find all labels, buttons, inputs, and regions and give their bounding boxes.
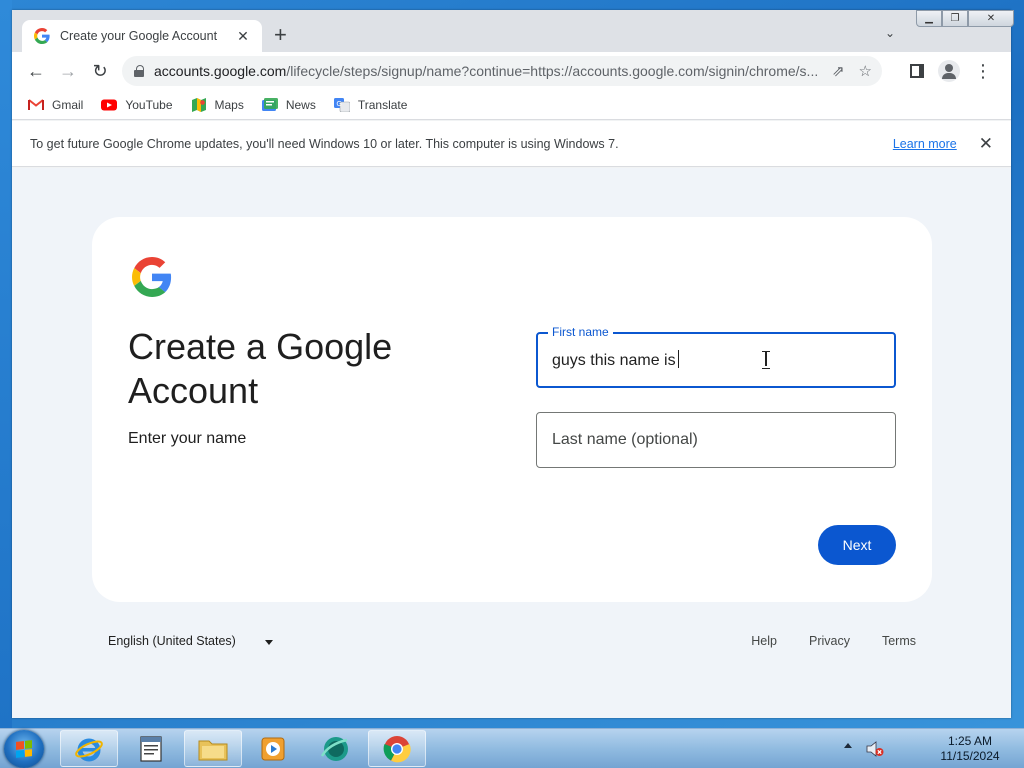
taskbar-chrome[interactable]	[368, 730, 426, 767]
infobar-close-icon[interactable]: ✕	[979, 134, 993, 154]
taskbar-notepad[interactable]	[122, 730, 180, 767]
bookmark-label: Gmail	[52, 97, 84, 112]
notepad-icon	[140, 735, 162, 762]
lock-icon[interactable]	[134, 65, 144, 77]
windows-taskbar: 1:25 AM 11/15/2024	[0, 728, 1024, 768]
last-name-field[interactable]: Last name (optional)	[536, 412, 896, 468]
infobar-message: To get future Google Chrome updates, you…	[30, 136, 619, 151]
url-host: accounts.google.com	[154, 63, 287, 79]
first-name-label: First name	[548, 325, 613, 339]
tab-strip: Create your Google Account ✕ + ⌄ ▁ ❐ ✕	[12, 10, 1014, 52]
taskbar-media-player[interactable]	[244, 730, 302, 767]
reload-icon[interactable]: ↻	[84, 61, 116, 82]
minimize-icon[interactable]: ▁	[916, 10, 942, 27]
gmail-icon	[28, 98, 44, 110]
address-bar[interactable]: accounts.google.com/lifecycle/steps/sign…	[122, 56, 882, 86]
language-dropdown-icon[interactable]	[265, 640, 273, 645]
tab-search-chevron-icon[interactable]: ⌄	[885, 26, 895, 40]
profile-avatar-icon[interactable]	[938, 60, 960, 82]
page-title: Create a Google Account	[128, 326, 393, 411]
clock-date: 11/15/2024	[940, 749, 1000, 763]
learn-more-link[interactable]: Learn more	[893, 137, 957, 151]
bookmark-news[interactable]: News	[261, 97, 316, 112]
page-footer: English (United States) Help Privacy Ter…	[108, 634, 916, 654]
ibeam-cursor-icon	[762, 351, 770, 369]
tab-create-account[interactable]: Create your Google Account ✕	[22, 20, 262, 52]
restore-icon[interactable]: ❐	[942, 10, 968, 27]
tab-close-icon[interactable]: ✕	[234, 28, 252, 45]
media-player-icon	[261, 737, 285, 760]
windows-flag-icon	[16, 740, 32, 758]
share-icon[interactable]: ⇗	[832, 62, 845, 80]
bookmark-label: Maps	[214, 97, 244, 112]
toolbar-right-group: ⋮	[910, 60, 992, 82]
google-logo-icon	[132, 257, 172, 297]
bookmark-youtube[interactable]: YouTube	[101, 97, 173, 112]
first-name-text: guys this name is	[552, 352, 676, 369]
help-link[interactable]: Help	[751, 634, 777, 648]
bookmark-maps[interactable]: Maps	[191, 97, 244, 112]
system-clock[interactable]: 1:25 AM 11/15/2024	[930, 734, 1010, 764]
next-button[interactable]: Next	[818, 525, 896, 565]
update-infobar: To get future Google Chrome updates, you…	[12, 121, 1011, 167]
speaker-muted-icon[interactable]	[866, 741, 884, 757]
bookmark-gmail[interactable]: Gmail	[28, 98, 83, 112]
taskbar-globe-app[interactable]	[306, 730, 364, 767]
page-content: Create a Google Account Enter your name …	[12, 168, 1011, 718]
svg-text:G: G	[336, 100, 341, 108]
bookmark-star-icon[interactable]: ☆	[859, 62, 872, 80]
page-subtitle: Enter your name	[128, 430, 247, 447]
url-text[interactable]: accounts.google.com/lifecycle/steps/sign…	[154, 63, 818, 79]
signup-card: Create a Google Account Enter your name …	[92, 217, 932, 602]
bookmark-label: Translate	[357, 97, 408, 112]
last-name-placeholder: Last name (optional)	[552, 431, 698, 448]
taskbar-file-explorer[interactable]	[184, 730, 242, 767]
first-name-value[interactable]: guys this name is	[552, 350, 679, 370]
tab-title: Create your Google Account	[60, 29, 218, 43]
privacy-link[interactable]: Privacy	[809, 634, 850, 648]
internet-explorer-icon	[75, 738, 103, 761]
back-arrow-icon[interactable]: ←	[20, 61, 52, 82]
file-explorer-icon	[198, 740, 228, 760]
start-button[interactable]	[4, 730, 44, 768]
chrome-icon	[383, 735, 411, 762]
bookmark-label: YouTube	[125, 97, 173, 112]
url-path: /lifecycle/steps/signup/name?continue=ht…	[286, 63, 818, 79]
first-name-field[interactable]: First name guys this name is	[536, 325, 896, 388]
browser-toolbar: ← → ↻ accounts.google.com/lifecycle/step…	[12, 52, 1011, 90]
google-favicon-icon	[34, 28, 50, 44]
app-globe-icon	[320, 736, 348, 761]
close-window-icon[interactable]: ✕	[968, 10, 1014, 27]
terms-link[interactable]: Terms	[882, 634, 916, 648]
bookmark-translate[interactable]: G Translate	[333, 97, 408, 112]
window-controls: ▁ ❐ ✕	[916, 10, 1014, 27]
youtube-icon	[101, 99, 118, 110]
footer-links: Help Privacy Terms	[751, 634, 916, 648]
forward-arrow-icon[interactable]: →	[52, 61, 84, 82]
bookmarks-bar: Gmail YouTube Maps News G Translate	[12, 90, 1011, 120]
menu-kebab-icon[interactable]: ⋮	[974, 62, 992, 80]
clock-time: 1:25 AM	[947, 734, 993, 748]
translate-icon: G	[333, 97, 350, 112]
bookmark-label: News	[285, 97, 316, 112]
side-panel-icon[interactable]	[910, 64, 924, 78]
maps-icon	[191, 97, 206, 112]
show-hidden-icons-icon[interactable]	[844, 743, 852, 748]
news-icon	[261, 97, 278, 111]
text-caret	[677, 350, 679, 368]
language-selector[interactable]: English (United States)	[108, 634, 236, 648]
browser-window: Create your Google Account ✕ + ⌄ ▁ ❐ ✕ ←…	[12, 10, 1014, 718]
taskbar-internet-explorer[interactable]	[60, 730, 118, 767]
desktop-background	[0, 0, 12, 728]
new-tab-icon[interactable]: +	[274, 24, 287, 46]
